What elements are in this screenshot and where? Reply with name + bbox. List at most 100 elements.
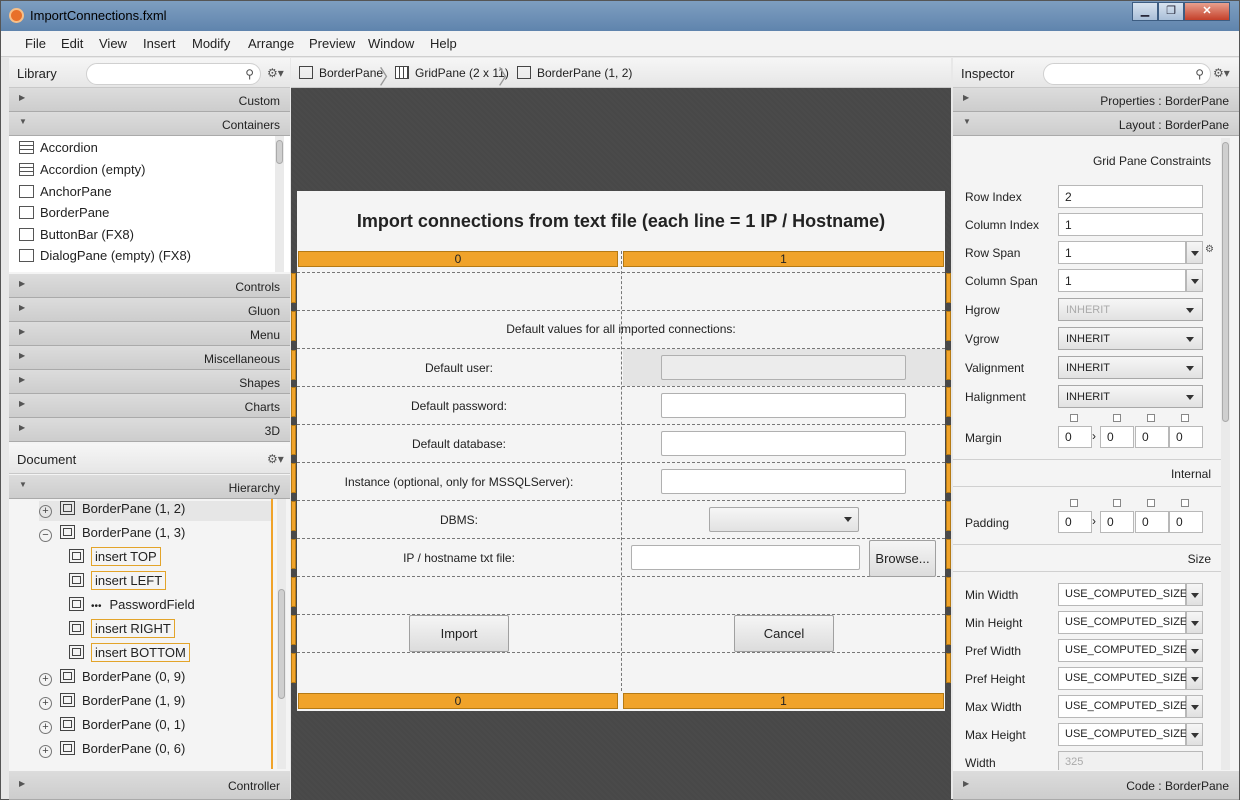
section-hierarchy[interactable]: ▼ Hierarchy (9, 475, 290, 499)
column-header-0[interactable]: 0 (298, 251, 618, 267)
margin-link-checkbox[interactable] (1113, 414, 1121, 422)
pref-height-field[interactable]: USE_COMPUTED_SIZE (1058, 667, 1187, 690)
section-charts[interactable]: ▶ Charts (9, 394, 290, 418)
menu-insert[interactable]: Insert (143, 36, 176, 51)
row-marker[interactable] (291, 350, 296, 380)
section-miscellaneous[interactable]: ▶ Miscellaneous (9, 346, 290, 370)
lib-item-dialogpane[interactable]: DialogPane (empty) (FX8) (19, 248, 191, 268)
tree-item-borderpane-1-9[interactable]: + BorderPane (1, 9) (39, 693, 185, 713)
valignment-combo[interactable]: INHERIT (1058, 356, 1203, 379)
expand-icon[interactable]: + (39, 745, 52, 758)
row-span-dropdown[interactable] (1186, 241, 1203, 264)
row-marker[interactable] (946, 539, 951, 569)
min-height-field[interactable]: USE_COMPUTED_SIZE (1058, 611, 1187, 634)
pref-width-field[interactable]: USE_COMPUTED_SIZE (1058, 639, 1187, 662)
min-width-dropdown[interactable] (1186, 583, 1203, 606)
row-marker[interactable] (291, 501, 296, 531)
pref-width-dropdown[interactable] (1186, 639, 1203, 662)
tree-item-insert-top[interactable]: insert TOP (69, 547, 161, 569)
expand-icon[interactable]: + (39, 721, 52, 734)
min-height-dropdown[interactable] (1186, 611, 1203, 634)
margin-left-field[interactable]: 0 (1169, 426, 1203, 448)
menu-file[interactable]: File (25, 36, 46, 51)
row-marker[interactable] (946, 350, 951, 380)
menu-view[interactable]: View (99, 36, 127, 51)
lib-item-accordion[interactable]: Accordion (19, 140, 98, 160)
section-gluon[interactable]: ▶ Gluon (9, 298, 290, 322)
row-marker[interactable] (291, 463, 296, 493)
row-span-field[interactable]: 1 (1058, 241, 1186, 264)
lib-item-buttonbar[interactable]: ButtonBar (FX8) (19, 227, 134, 247)
pref-height-dropdown[interactable] (1186, 667, 1203, 690)
row-marker[interactable] (291, 653, 296, 683)
margin-right-field[interactable]: 0 (1100, 426, 1134, 448)
menu-modify[interactable]: Modify (192, 36, 230, 51)
margin-link-checkbox[interactable] (1181, 414, 1189, 422)
row-marker[interactable] (291, 273, 296, 303)
close-button[interactable]: ✕ (1184, 2, 1230, 21)
menu-edit[interactable]: Edit (61, 36, 83, 51)
expand-icon[interactable]: + (39, 697, 52, 710)
crumb-borderpane[interactable]: BorderPane (299, 66, 383, 80)
lib-item-anchorpane[interactable]: AnchorPane (19, 184, 112, 204)
section-custom[interactable]: ▶ Custom (9, 88, 290, 112)
row-marker[interactable] (946, 653, 951, 683)
padding-left-field[interactable]: 0 (1169, 511, 1203, 533)
inspector-gear-icon[interactable]: ⚙▾ (1213, 66, 1230, 80)
tree-item-borderpane-0-1[interactable]: + BorderPane (0, 1) (39, 717, 185, 737)
crumb-borderpane-1-2[interactable]: BorderPane (1, 2) (517, 66, 632, 80)
row-marker[interactable] (291, 539, 296, 569)
column-footer-1[interactable]: 1 (623, 693, 944, 709)
dbms-combo[interactable] (709, 507, 859, 532)
row-marker[interactable] (946, 577, 951, 607)
column-footer-0[interactable]: 0 (298, 693, 618, 709)
library-search-input[interactable]: ⚲ (86, 63, 261, 85)
min-width-field[interactable]: USE_COMPUTED_SIZE (1058, 583, 1187, 606)
padding-link-checkbox[interactable] (1113, 499, 1121, 507)
lib-item-accordion-empty[interactable]: Accordion (empty) (19, 162, 145, 182)
section-menu[interactable]: ▶ Menu (9, 322, 290, 346)
section-properties[interactable]: ▶ Properties : BorderPane (953, 88, 1239, 112)
margin-link-checkbox[interactable] (1070, 414, 1078, 422)
max-height-dropdown[interactable] (1186, 723, 1203, 746)
default-user-field[interactable] (661, 355, 906, 380)
row-marker[interactable] (946, 615, 951, 645)
padding-bottom-field[interactable]: 0 (1135, 511, 1169, 533)
gear-icon[interactable]: ⚙ (1205, 244, 1214, 255)
section-shapes[interactable]: ▶ Shapes (9, 370, 290, 394)
expand-icon[interactable]: + (39, 505, 52, 518)
row-marker[interactable] (946, 501, 951, 531)
row-marker[interactable] (291, 577, 296, 607)
margin-top-field[interactable]: 0 (1058, 426, 1092, 448)
vgrow-combo[interactable]: INHERIT (1058, 327, 1203, 350)
default-database-field[interactable] (661, 431, 906, 456)
margin-bottom-field[interactable]: 0 (1135, 426, 1169, 448)
tree-item-borderpane-0-9[interactable]: + BorderPane (0, 9) (39, 669, 185, 689)
padding-link-checkbox[interactable] (1147, 499, 1155, 507)
tree-item-borderpane-0-6[interactable]: + BorderPane (0, 6) (39, 741, 185, 761)
max-width-dropdown[interactable] (1186, 695, 1203, 718)
column-span-field[interactable]: 1 (1058, 269, 1186, 292)
library-gear-icon[interactable]: ⚙▾ (267, 66, 284, 80)
row-marker[interactable] (946, 311, 951, 341)
padding-link-checkbox[interactable] (1181, 499, 1189, 507)
row-marker[interactable] (946, 273, 951, 303)
menu-arrange[interactable]: Arrange (248, 36, 294, 51)
section-containers[interactable]: ▼ Containers (9, 112, 290, 136)
tree-item-insert-left[interactable]: insert LEFT (69, 571, 167, 593)
max-height-field[interactable]: USE_COMPUTED_SIZE (1058, 723, 1187, 746)
section-code[interactable]: ▶ Code : BorderPane (953, 771, 1239, 800)
row-marker[interactable] (291, 615, 296, 645)
minimize-button[interactable]: ▁ (1132, 2, 1158, 21)
collapse-icon[interactable]: − (39, 529, 52, 542)
padding-link-checkbox[interactable] (1070, 499, 1078, 507)
row-marker[interactable] (291, 311, 296, 341)
scroll-thumb[interactable] (276, 140, 283, 164)
tree-item-borderpane-1-2[interactable]: + BorderPane (1, 2) (39, 501, 271, 521)
row-marker[interactable] (291, 387, 296, 417)
browse-button[interactable]: Browse... (869, 540, 936, 577)
expand-icon[interactable]: + (39, 673, 52, 686)
column-header-1[interactable]: 1 (623, 251, 944, 267)
row-marker[interactable] (946, 387, 951, 417)
scroll-thumb[interactable] (1222, 142, 1229, 422)
